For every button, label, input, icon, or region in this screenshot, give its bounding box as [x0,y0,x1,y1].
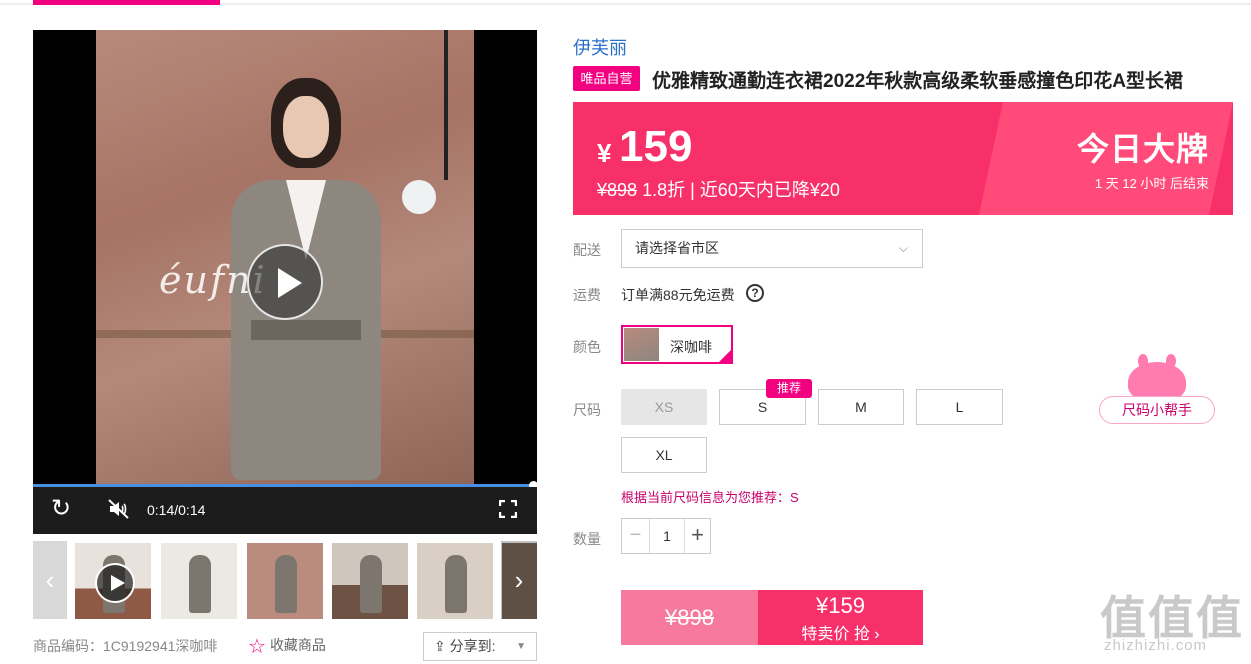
buy-now-button[interactable]: ¥159 特卖价 抢 › [758,590,923,645]
play-icon[interactable] [95,563,135,603]
quantity-input[interactable]: 1 [650,519,684,553]
quantity-decrease-button[interactable]: − [622,519,650,553]
size-option-l[interactable]: L [916,389,1003,425]
product-video-player[interactable]: éufni ↻ 0:14/0:14 [33,30,537,534]
color-label: 颜色 [573,339,601,355]
promo-countdown: 1 天 12 小时 后结束 [1094,176,1209,191]
self-operated-badge: 唯品自营 [573,66,640,91]
help-icon[interactable]: ? [746,284,764,302]
thumbnail-figure [189,555,211,613]
buy-action-label: 特卖价 抢 › [801,626,880,643]
thumbnail-image[interactable] [247,543,323,619]
size-helper-button[interactable]: 尺码小帮手 [1099,396,1215,424]
play-icon[interactable] [247,244,323,320]
price-banner: ¥ 159 ¥898 1.8折 | 近60天内已降¥20 今日大牌 1 天 12… [573,102,1233,215]
mascot-ear [1166,354,1176,368]
color-swatch [624,328,659,361]
thumbnail-image[interactable] [417,543,493,619]
recommended-badge: 推荐 [766,379,812,398]
thumbnail-image[interactable] [161,543,237,619]
thumbnail-strip: ‹ › [33,541,537,619]
size-label: 尺码 [573,402,601,418]
discount-rate: 1.8折 [642,180,686,200]
model-face [283,96,329,158]
shipping-text: 订单满88元免运费 [621,287,735,303]
video-time: 0:14/0:14 [147,502,206,518]
chevron-left-icon[interactable]: ‹ [33,541,67,619]
region-select[interactable]: 请选择省市区 ⌵ [621,229,923,268]
chevron-down-icon: ⌵ [898,241,908,255]
delivery-label: 配送 [573,242,601,258]
size-option-xl[interactable]: XL [621,437,707,473]
quantity-label: 数量 [573,531,601,547]
price-separator: | [690,180,695,200]
checkmark-icon [717,348,733,364]
favorite-label: 收藏商品 [269,637,326,653]
video-controls: ↻ 0:14/0:14 [33,487,537,534]
promo-title: 今日大牌 [1076,131,1209,167]
price-drop-note: 近60天内已降¥20 [699,180,840,200]
sku-value: 1C9192941深咖啡 [103,638,218,654]
lamp-stem [444,30,448,180]
fullscreen-icon[interactable] [498,499,518,519]
quantity-increase-button[interactable]: + [684,519,710,553]
mute-icon[interactable] [107,497,131,521]
replay-icon[interactable]: ↻ [51,497,71,521]
color-option-selected[interactable]: 深咖啡 [621,325,733,364]
shipping-label: 运费 [573,287,601,303]
share-label: 分享到: [449,638,496,654]
price-currency: ¥ [597,138,612,168]
lamp-bulb [402,180,436,214]
region-placeholder: 请选择省市区 [635,240,719,256]
star-icon: ☆ [248,636,266,658]
thumbnail-image[interactable] [332,543,408,619]
size-option-m[interactable]: M [818,389,904,425]
site-watermark-url: zhizhizhi.com [1104,637,1208,654]
share-icon: ⇪ [434,638,450,654]
sku-label: 商品编码： [33,638,103,654]
thumbnail-figure [360,555,382,613]
mascot-ear [1138,354,1148,368]
thumbnail-figure [445,555,467,613]
color-option-label: 深咖啡 [670,339,712,355]
model-belt [251,320,361,340]
original-price: ¥898 [597,180,638,200]
chevron-right-icon[interactable]: › [501,541,537,619]
buy-original-price[interactable]: ¥898 [621,590,758,645]
size-option-xs[interactable]: XS [621,389,707,425]
size-recommendation-tip: 根据当前尺码信息为您推荐：S [621,490,799,505]
favorite-button[interactable]: ☆ 收藏商品 [248,634,326,659]
caret-down-icon: ▼ [516,641,526,652]
product-title: 优雅精致通勤连衣裙2022年秋款高级柔软垂感撞色印花A型长裙 [652,71,1183,92]
current-price: 159 [619,122,693,171]
share-dropdown[interactable]: ⇪ 分享到: ▼ [423,632,537,661]
thumbnail-figure [275,555,297,613]
quantity-stepper: − 1 + [621,518,711,554]
sku-info: 商品编码：1C9192941深咖啡 [33,636,217,656]
thumbnail-video[interactable] [75,543,151,619]
active-tab-indicator [33,0,220,5]
price-details: ¥898 1.8折 | 近60天内已降¥20 [597,176,840,202]
brand-link[interactable]: 伊芙丽 [573,34,627,60]
buy-price: ¥159 [816,593,865,618]
